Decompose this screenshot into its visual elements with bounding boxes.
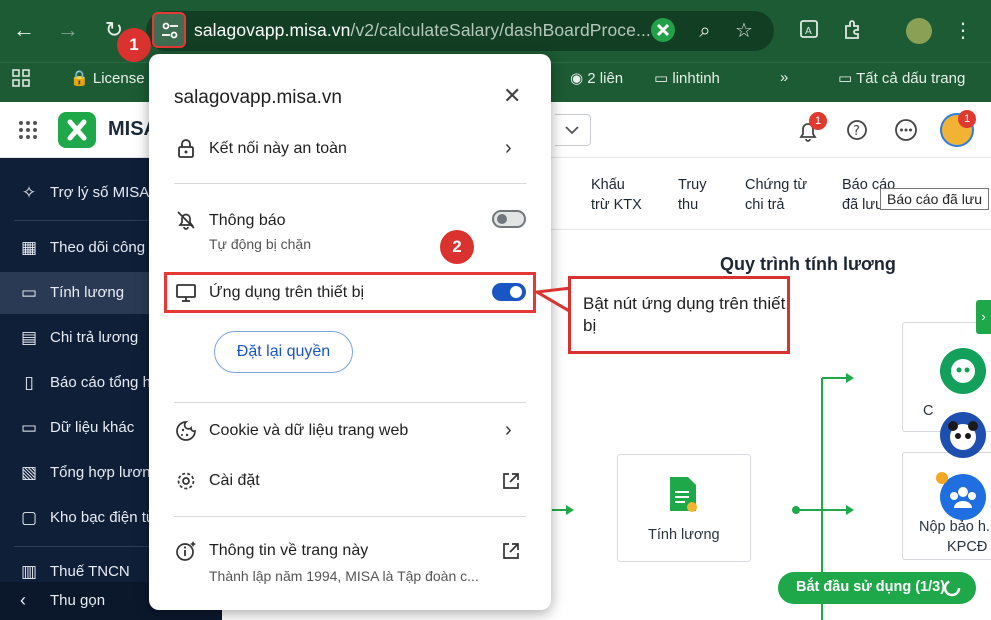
bookmark-license[interactable]: 🔒 License	[70, 69, 145, 87]
folder-icon: ▭	[838, 70, 853, 87]
tax-icon: ▥	[20, 562, 38, 581]
chevron-right-icon: ›	[505, 137, 512, 159]
tab-arrears[interactable]: Truy thu	[678, 175, 706, 215]
payroll-doc-icon	[670, 477, 697, 512]
connection-secure-row[interactable]: Kết nối này an toàn ›	[149, 134, 551, 184]
chevron-right-icon: ›	[505, 419, 512, 441]
saved-reports-tooltip: Báo cáo đã lưu	[880, 188, 989, 210]
unit-dropdown[interactable]	[555, 114, 591, 146]
notification-count-badge: 1	[809, 112, 827, 130]
forward-icon[interactable]: →	[54, 16, 82, 44]
profile-icon[interactable]	[906, 18, 932, 44]
settings-row[interactable]: Cài đặt	[149, 468, 551, 508]
bookmark-linhtinh[interactable]: ▭ linhtinh	[654, 69, 720, 87]
summary-icon: ▧	[20, 463, 38, 482]
bookmark-all[interactable]: ▭ Tất cả dấu trang	[838, 69, 965, 87]
tab-ktx-deduction[interactable]: Khấu trừ KTX	[591, 175, 642, 215]
cookie-icon	[176, 421, 196, 441]
gear-icon	[177, 472, 195, 490]
expand-panel-button[interactable]: ›	[976, 300, 991, 334]
more-icon[interactable]	[894, 118, 920, 144]
reset-permissions-button[interactable]: Đặt lại quyền	[214, 331, 353, 373]
zoom-icon[interactable]: ⌕	[692, 18, 718, 44]
apps-grid-icon[interactable]	[12, 69, 30, 91]
notifications-row: Thông báo Tự động bị chặn	[149, 208, 551, 258]
payment-icon: ▤	[20, 328, 38, 347]
assistant-panda-icon[interactable]	[940, 412, 986, 458]
folder-icon: ▭	[654, 70, 669, 87]
tune-icon	[162, 22, 178, 39]
money-icon: ▭	[20, 283, 38, 302]
chrome-icon: ◉	[570, 70, 584, 87]
url-text[interactable]: salagovapp.misa.vn/v2/calculateSalary/da…	[194, 20, 651, 41]
site-info-popup: salagovapp.misa.vn ✕ Kết nối này an toàn…	[149, 54, 551, 610]
site-info-button[interactable]	[152, 12, 186, 48]
notifications-toggle[interactable]	[492, 210, 526, 228]
report-icon: ▯	[24, 373, 34, 392]
about-site-row[interactable]: Thông tin về trang này Thành lập năm 199…	[149, 538, 551, 588]
back-icon[interactable]: ←	[10, 16, 38, 44]
popup-divider	[174, 402, 526, 403]
process-node-payroll[interactable]: Tính lương	[617, 454, 751, 562]
lock-icon	[178, 139, 194, 158]
community-dot-badge	[936, 472, 948, 484]
close-icon[interactable]: ✕	[503, 85, 521, 107]
instruction-callout: Bật nút ứng dụng trên thiết bị	[568, 276, 790, 354]
step-badge-2: 2	[440, 230, 474, 264]
notifications-off-icon	[177, 211, 195, 230]
calendar-icon: ▦	[20, 238, 38, 257]
folder-icon: ▭	[20, 418, 38, 437]
chatbot-icon[interactable]	[940, 348, 986, 394]
tab-payment-vouchers[interactable]: Chứng từ chi trả	[745, 175, 807, 215]
menu-dots-icon[interactable]: ⋮	[950, 18, 976, 44]
misa-logo	[58, 112, 96, 148]
svg-text:?: ?	[853, 124, 860, 139]
popup-divider	[174, 183, 526, 184]
lock-icon: 🔒	[70, 70, 89, 87]
help-icon[interactable]: ?	[845, 118, 871, 144]
misa-extension-icon[interactable]	[651, 18, 675, 42]
sparkle-icon: ✧	[21, 183, 37, 202]
callout-pointer	[535, 286, 571, 314]
progress-ring-icon	[943, 579, 961, 597]
app-grid-icon[interactable]	[18, 120, 38, 140]
extensions-icon[interactable]	[840, 18, 866, 44]
external-link-icon	[503, 543, 519, 559]
bookmark-overflow[interactable]: »	[780, 69, 788, 86]
step-badge-1: 1	[117, 28, 151, 62]
star-icon[interactable]: ☆	[731, 18, 757, 44]
translate-icon[interactable]: A	[796, 18, 822, 44]
chevron-left-icon: ‹	[20, 590, 26, 610]
svg-text:A: A	[805, 26, 812, 37]
popup-divider	[174, 516, 526, 517]
cookies-row[interactable]: Cookie và dữ liệu trang web ›	[149, 418, 551, 458]
external-link-icon	[503, 473, 519, 489]
start-using-button[interactable]: Bắt đầu sử dụng (1/3)	[778, 572, 976, 604]
device-apps-highlight	[164, 272, 536, 313]
avatar-badge: 1	[958, 110, 976, 128]
popup-domain: salagovapp.misa.vn	[174, 87, 342, 108]
treasury-icon: ▢	[20, 508, 38, 527]
info-sparkle-icon	[176, 541, 196, 561]
bookmark-2lien[interactable]: ◉ 2 liên	[570, 69, 623, 87]
